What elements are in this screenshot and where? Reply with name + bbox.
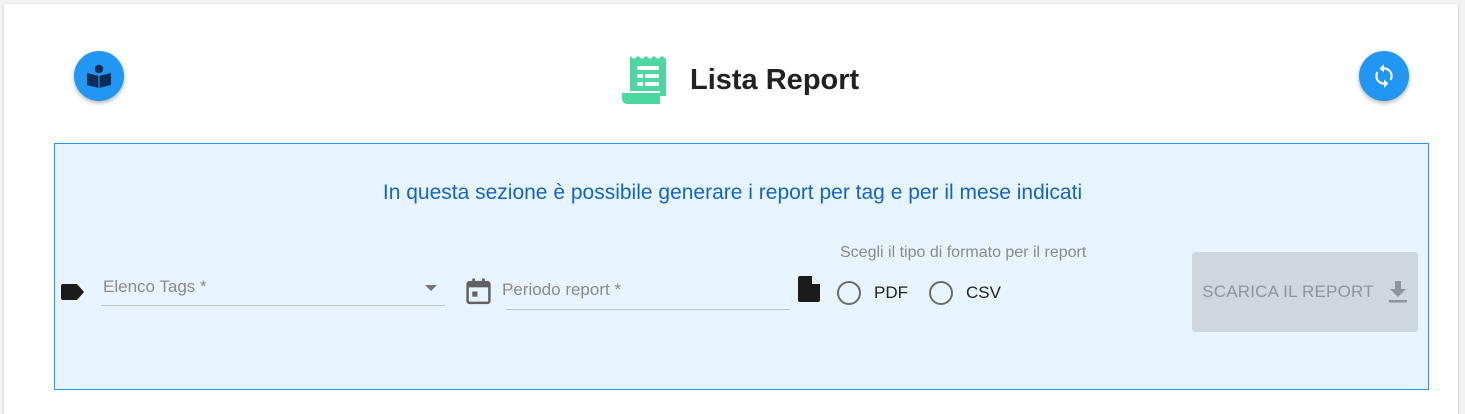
- tag-icon: [61, 284, 84, 300]
- period-input-label: Periodo report *: [502, 280, 622, 299]
- page-title: Lista Report: [690, 63, 860, 96]
- info-text: In questa sezione è possibile generare i…: [382, 181, 1083, 204]
- file-icon: [798, 276, 820, 302]
- csv-radio-label[interactable]: CSV: [966, 283, 1001, 303]
- pdf-radio[interactable]: [837, 281, 861, 305]
- pdf-radio-label[interactable]: PDF: [874, 283, 908, 303]
- guide-button[interactable]: [74, 51, 124, 101]
- download-icon: [1388, 281, 1407, 303]
- period-input[interactable]: Periodo report *: [502, 277, 790, 310]
- format-label: Scegli il tipo di formato per il report: [840, 244, 1087, 261]
- dropdown-arrow-icon: [425, 285, 437, 291]
- refresh-button[interactable]: [1359, 51, 1409, 101]
- receipt-icon: [622, 56, 666, 104]
- page-header: Lista Report: [620, 54, 859, 106]
- sync-icon: [1375, 64, 1393, 88]
- csv-radio[interactable]: [929, 281, 953, 305]
- download-report-button-label: SCARICA IL REPORT: [1202, 282, 1374, 301]
- calendar-icon: [466, 278, 491, 305]
- tags-select[interactable]: Elenco Tags *: [101, 274, 445, 306]
- tags-select-label: Elenco Tags *: [103, 277, 207, 296]
- download-report-button[interactable]: SCARICA IL REPORT: [1192, 252, 1418, 332]
- book-reader-icon: [87, 64, 111, 88]
